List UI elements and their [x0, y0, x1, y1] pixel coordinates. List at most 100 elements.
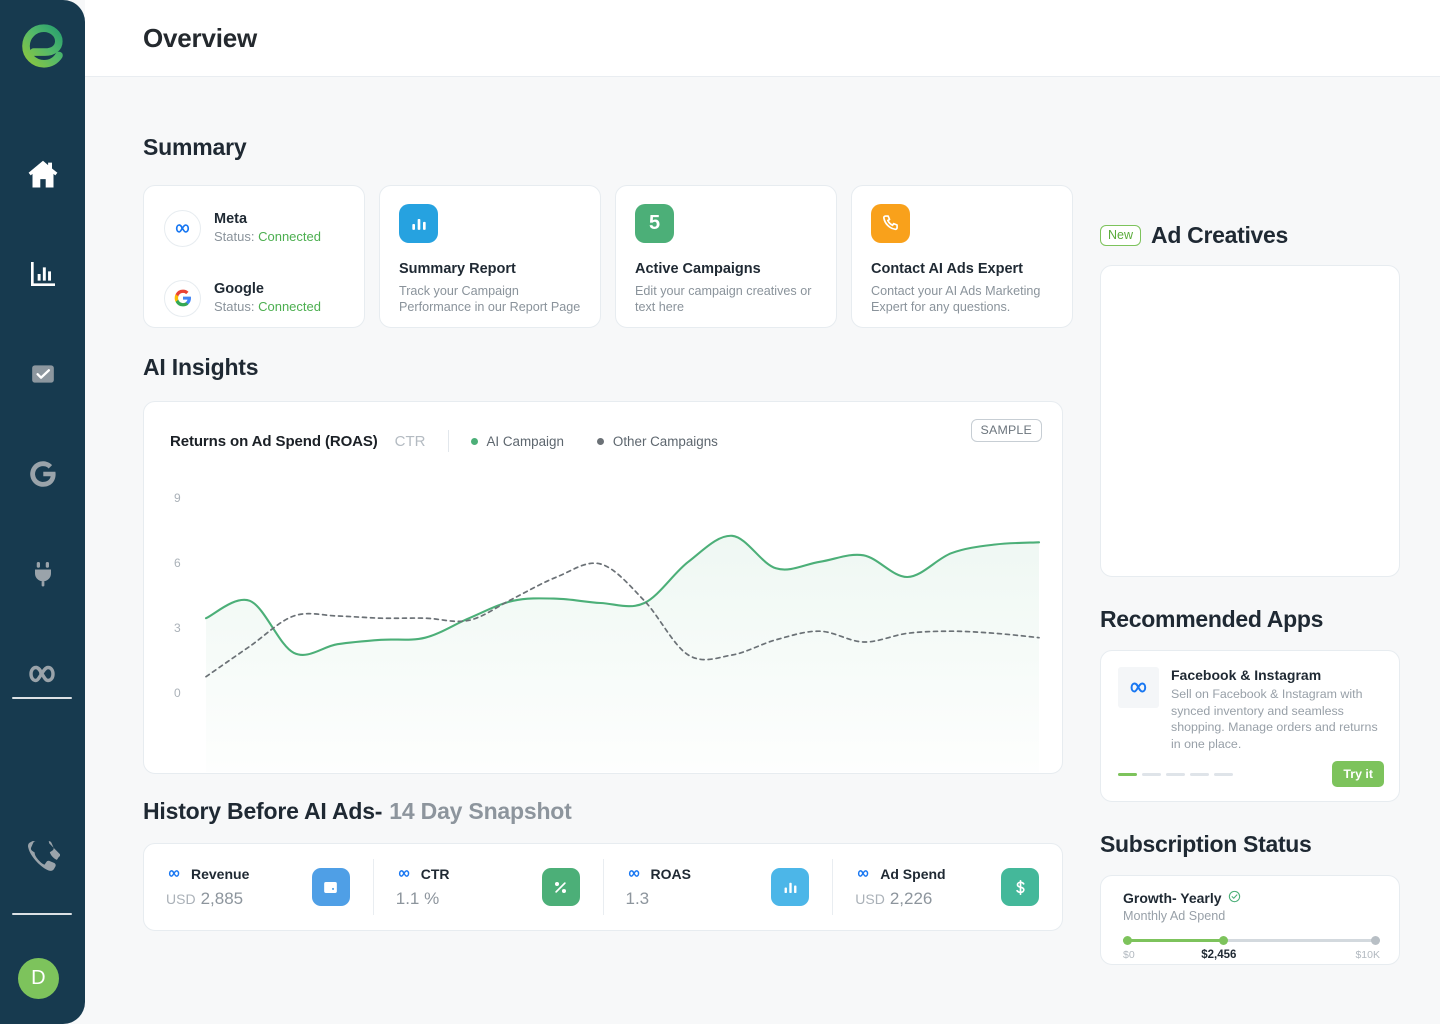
app-root: D Overview Summary Meta Status: Connecte…: [0, 0, 1440, 1024]
history-metric-item: ROAS 1.3: [602, 859, 833, 915]
phone-icon: [26, 838, 62, 877]
connection-row-google[interactable]: Google Status: Connected: [164, 274, 344, 322]
connection-status: Status: Connected: [214, 298, 321, 316]
meta-icon: [626, 866, 643, 882]
history-metric-text: ROAS 1.3: [626, 866, 691, 909]
sidebar-item-tasks[interactable]: [0, 324, 85, 424]
percent-icon: [541, 868, 580, 906]
slider-fill: [1123, 939, 1224, 942]
carousel-dot[interactable]: [1142, 772, 1161, 776]
connection-status: Status: Connected: [214, 228, 321, 246]
ad-creatives-heading-row: New Ad Creatives: [1100, 222, 1400, 249]
google-brand-icon: [164, 279, 201, 317]
history-metric-label-row: CTR: [396, 866, 450, 882]
sidebar-nav: [0, 124, 85, 724]
history-heading: History Before AI Ads- 14 Day Snapshot: [143, 798, 1080, 825]
history-metric-value: 1.1 %: [396, 889, 450, 909]
chart-metric-ctr[interactable]: CTR: [395, 433, 426, 450]
connections-card: Meta Status: Connected Google Status: Co…: [143, 185, 365, 328]
campaign-count-badge: 5: [635, 204, 674, 243]
main-area: Overview Summary Meta Status: Connected …: [85, 0, 1440, 1024]
connection-status-value: Connected: [258, 229, 321, 245]
connection-status-label: Status:: [214, 229, 255, 245]
history-metric-currency: USD: [855, 890, 885, 907]
slider-knob-current[interactable]: [1218, 936, 1228, 945]
dollar-icon: [1001, 868, 1039, 906]
sidebar-divider-top: [12, 697, 72, 699]
history-metric-item: CTR 1.1 %: [372, 859, 603, 915]
sidebar-item-integrations[interactable]: [0, 524, 85, 624]
legend-dot-icon: [470, 437, 478, 445]
try-it-button[interactable]: Try it: [1332, 761, 1384, 787]
plug-icon: [28, 558, 58, 590]
ad-creatives-panel[interactable]: [1100, 265, 1400, 577]
history-metric-number: 1.3: [625, 888, 650, 908]
carousel-dot[interactable]: [1166, 772, 1185, 776]
connection-row-meta[interactable]: Meta Status: Connected: [164, 204, 344, 252]
sidebar-item-home[interactable]: [0, 124, 85, 224]
active-campaigns-card[interactable]: 5 Active Campaigns Edit your campaign cr…: [615, 185, 837, 328]
ai-insights-heading: AI Insights: [143, 354, 259, 380]
summary-cards-row: Meta Status: Connected Google Status: Co…: [143, 185, 1080, 328]
history-heading-muted: 14 Day Snapshot: [389, 798, 572, 824]
sidebar-item-google[interactable]: [0, 424, 85, 524]
legend-dot-icon: [596, 437, 604, 445]
card-desc: Track your Campaign Performance in our R…: [399, 284, 581, 315]
slider-label-min: $0: [1123, 949, 1135, 961]
slider-knob-max[interactable]: [1371, 936, 1380, 945]
recommended-app-card[interactable]: Facebook & Instagram Sell on Facebook & …: [1100, 650, 1400, 802]
meta-icon: [396, 866, 413, 882]
meta-icon: [1118, 667, 1159, 708]
bar-chart-icon: [771, 868, 810, 906]
slider-label-max: $10K: [1355, 949, 1380, 961]
history-metric-currency: USD: [166, 890, 196, 907]
phone-icon: [871, 204, 910, 243]
sidebar-item-phone[interactable]: [0, 828, 85, 886]
content-area: Summary Meta Status: Connected Google St…: [85, 77, 1440, 1024]
chart-metric-roas[interactable]: Returns on Ad Spend (ROAS): [170, 433, 378, 450]
carousel-dot[interactable]: [1190, 772, 1209, 776]
connection-status-label: Status:: [214, 299, 255, 315]
chart-svg: [204, 534, 1041, 772]
history-metric-value: USD 2,885: [166, 889, 249, 909]
sample-badge: SAMPLE: [970, 419, 1042, 442]
y-axis-tick-0: 0: [174, 686, 181, 700]
slider-label-current: $2,456: [1201, 949, 1237, 961]
top-bar: Overview: [85, 0, 1440, 77]
history-metric-label-row: ROAS: [626, 866, 691, 882]
new-badge: New: [1100, 225, 1142, 246]
subscription-status-heading: Subscription Status: [1100, 831, 1312, 857]
avatar[interactable]: D: [18, 958, 59, 999]
app-logo[interactable]: [13, 16, 73, 78]
card-title: Active Campaigns: [635, 261, 761, 277]
contact-expert-card[interactable]: Contact AI Ads Expert Contact your AI Ad…: [851, 185, 1073, 328]
legend-item-other-campaigns: Other Campaigns: [596, 434, 718, 449]
carousel-dot[interactable]: [1118, 772, 1137, 776]
history-metric-label: ROAS: [650, 865, 691, 882]
connection-name: Meta: [214, 211, 248, 228]
history-metric-label-row: Ad Spend: [855, 866, 946, 882]
history-metric-text: CTR 1.1 %: [396, 866, 450, 909]
page-title: Overview: [143, 22, 258, 53]
carousel-dot[interactable]: [1214, 772, 1233, 776]
y-axis-tick-3: 3: [174, 621, 181, 635]
history-metric-label: Revenue: [191, 865, 250, 882]
connection-status-value: Connected: [258, 299, 321, 315]
sidebar-item-analytics[interactable]: [0, 224, 85, 324]
slider-knob-min[interactable]: [1123, 936, 1132, 945]
history-metric-number: 2,226: [889, 888, 933, 908]
meta-infinity-icon: [22, 661, 64, 687]
google-icon: [26, 457, 60, 491]
ad-spend-slider[interactable]: [1123, 936, 1380, 946]
wallet-icon: [311, 868, 350, 906]
summary-report-card[interactable]: Summary Report Track your Campaign Perfo…: [379, 185, 601, 328]
meta-icon: [166, 866, 183, 882]
y-axis-tick-9: 9: [174, 491, 181, 505]
summary-heading: Summary: [143, 134, 247, 160]
right-column: New Ad Creatives Recommended Apps Facebo…: [1080, 77, 1440, 1024]
chart-divider: [447, 430, 449, 452]
history-metric-item: Revenue USD 2,885: [144, 859, 373, 915]
sidebar-item-meta[interactable]: [0, 624, 85, 724]
carousel-dots[interactable]: [1118, 772, 1233, 776]
chart-plot-area: 9 6 3 0: [144, 472, 1064, 772]
